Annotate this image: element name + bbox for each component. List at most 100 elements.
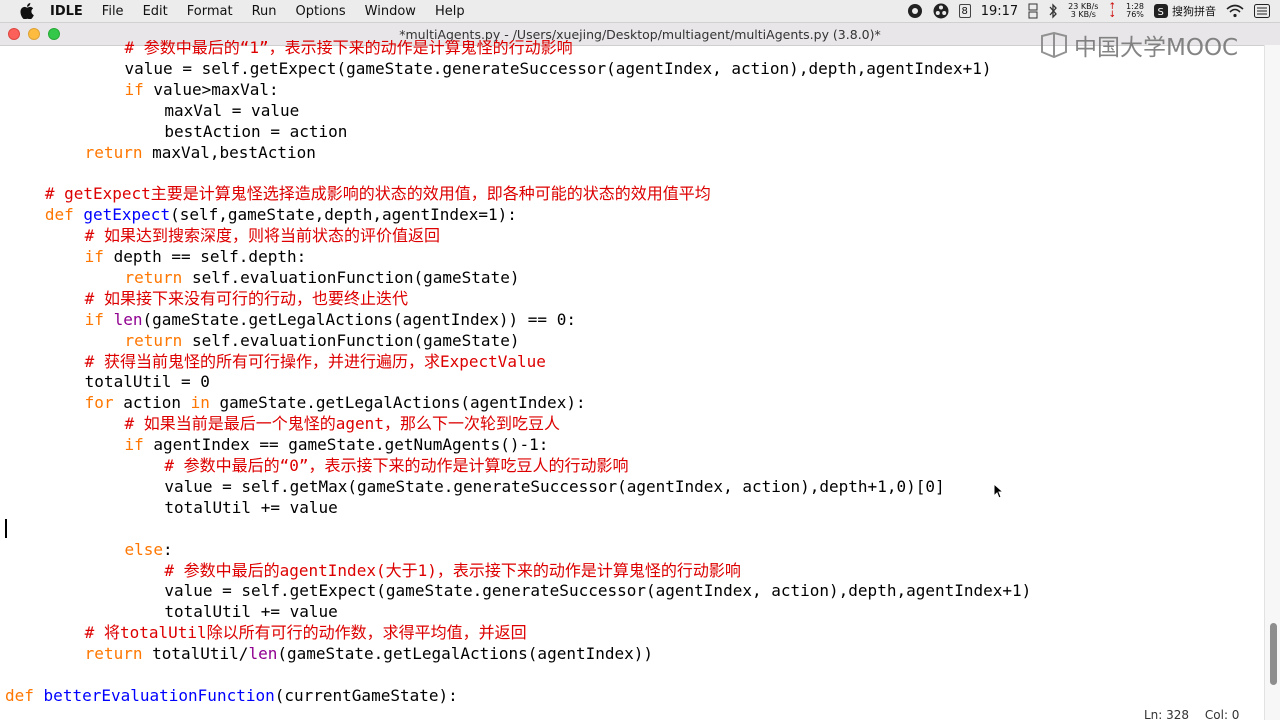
code-line[interactable]: def getExpect(self,gameState,depth,agent… — [45, 204, 517, 225]
code-text: value>maxVal: — [143, 79, 279, 99]
menu-run[interactable]: Run — [252, 4, 277, 19]
code-line[interactable]: # 参数中最后的“0”，表示接下来的动作是计算吃豆人的行动影响 — [164, 455, 628, 476]
obs-icon[interactable] — [933, 3, 949, 19]
code-text: agentIndex == gameState.getNumAgents()-1… — [143, 435, 549, 455]
status-menu-extras: 8 19:17 23 KB/s 3 KB/s ↑ ↓ 1:28 76% S 搜狗拼… — [897, 0, 1280, 22]
code-text: self.evaluationFunction(gameState) — [182, 267, 520, 287]
mooc-watermark-text: 中国大学MOOC — [1074, 35, 1239, 61]
code-line[interactable]: # 将totalUtil除以所有可行的动作数，求得平均值，并返回 — [85, 622, 527, 643]
code-line[interactable]: if value>maxVal: — [125, 79, 279, 100]
code-line[interactable]: # 参数中最后的agentIndex(大于1)，表示接下来的动作是计算鬼怪的行动… — [164, 560, 741, 581]
code-comment: # 将totalUtil除以所有可行的动作数，求得平均值，并返回 — [84, 623, 527, 643]
svg-text:S: S — [1158, 7, 1164, 18]
code-text: self.evaluationFunction(gameState) — [182, 330, 520, 350]
code-line[interactable]: # 如果达到搜索深度，则将当前状态的评价值返回 — [85, 225, 440, 246]
menu-edit[interactable]: Edit — [143, 4, 168, 19]
code-keyword: if — [124, 435, 144, 455]
code-line[interactable]: return self.evaluationFunction(gameState… — [125, 330, 520, 351]
code-line[interactable]: totalUtil += value — [164, 497, 337, 518]
sogou-icon[interactable]: S — [1154, 4, 1168, 18]
menu-format[interactable]: Format — [187, 4, 233, 19]
code-line[interactable]: if agentIndex == gameState.getNumAgents(… — [125, 434, 549, 455]
code-text: gameState.getLegalActions(agentIndex): — [209, 393, 586, 413]
code-keyword: in — [190, 393, 210, 413]
code-line[interactable]: # getExpect主要是计算鬼怪选择造成影响的状态的效用值，即各种可能的状态… — [45, 183, 711, 204]
code-text: (gameState.getLegalActions(agentIndex)) … — [142, 309, 576, 329]
code-line[interactable]: # 参数中最后的“1”，表示接下来的动作是计算鬼怪的行动影响 — [125, 40, 573, 58]
code-line[interactable]: return maxVal,bestAction — [85, 142, 316, 163]
code-line[interactable]: def betterEvaluationFunction(currentGame… — [5, 685, 458, 706]
code-comment: # 如果达到搜索深度，则将当前状态的评价值返回 — [84, 226, 440, 246]
code-text: action — [113, 393, 191, 413]
code-line[interactable]: maxVal = value — [164, 100, 299, 121]
ime-label[interactable]: 搜狗拼音 — [1172, 3, 1216, 19]
code-keyword: if — [84, 309, 104, 329]
clock-time[interactable]: 19:17 — [981, 4, 1018, 19]
bluetooth-icon[interactable] — [1048, 3, 1058, 19]
code-text: totalUtil/ — [142, 644, 249, 664]
battery-percent: 76% — [1126, 10, 1144, 19]
code-text: totalUtil = 0 — [84, 372, 210, 392]
down-arrow-icon: ↓ — [1108, 10, 1117, 20]
code-text: bestAction = action — [164, 121, 348, 141]
code-keyword: return — [124, 330, 183, 350]
scrollbar-thumb[interactable] — [1270, 623, 1277, 685]
code-text: (gameState.getLegalActions(agentIndex)) — [277, 644, 654, 664]
idle-statusbar: Ln: 328 Col: 0 — [1130, 708, 1264, 722]
code-line[interactable]: # 如果当前是最后一个鬼怪的agent，那么下一次轮到吃豆人 — [125, 413, 560, 434]
code-comment: # 参数中最后的“1”，表示接下来的动作是计算鬼怪的行动影响 — [124, 40, 573, 57]
menu-file[interactable]: File — [102, 4, 124, 19]
code-line[interactable]: for action in gameState.getLegalActions(… — [85, 392, 586, 413]
code-line[interactable]: # 如果接下来没有可行的行动，也要终止迭代 — [85, 288, 408, 309]
code-comment: # 参数中最后的agentIndex(大于1)，表示接下来的动作是计算鬼怪的行动… — [164, 560, 741, 580]
mooc-watermark: 中国大学MOOC — [1040, 28, 1238, 62]
menu-app-idle[interactable]: IDLE — [50, 4, 83, 19]
code-line[interactable]: totalUtil += value — [164, 601, 337, 622]
code-line[interactable]: value = self.getMax(gameState.generateSu… — [164, 476, 944, 497]
code-def-name: getExpect — [83, 205, 171, 225]
apple-icon[interactable] — [20, 3, 36, 19]
code-keyword: return — [124, 267, 183, 287]
menu-help[interactable]: Help — [435, 4, 465, 19]
code-text: value = self.getMax(gameState.generateSu… — [164, 476, 945, 496]
code-text: value = self.getExpect(gameState.generat… — [124, 58, 992, 78]
code-builtin: len — [248, 644, 278, 664]
updown-arrow-icon: ↑ ↓ — [1108, 3, 1117, 20]
code-keyword: return — [84, 644, 143, 664]
code-line[interactable]: if len(gameState.getLegalActions(agentIn… — [85, 309, 576, 330]
code-text: totalUtil += value — [164, 497, 338, 517]
code-line[interactable]: totalUtil = 0 — [85, 371, 210, 392]
network-speed: 23 KB/s 3 KB/s — [1068, 3, 1098, 19]
code-comment: # getExpect主要是计算鬼怪选择造成影响的状态的效用值，即各种可能的状态… — [44, 184, 711, 204]
code-keyword: if — [84, 247, 104, 266]
control-menu-icon[interactable] — [1254, 4, 1270, 18]
code-keyword: def — [5, 685, 34, 705]
code-line[interactable]: value = self.getExpect(gameState.generat… — [164, 580, 1031, 601]
calendar-icon[interactable]: 8 — [958, 4, 971, 18]
code-line[interactable]: else: — [125, 539, 173, 560]
vertical-scrollbar[interactable] — [1264, 45, 1280, 720]
code-line[interactable]: if depth == self.depth: — [85, 246, 307, 267]
code-line[interactable]: return totalUtil/len(gameState.getLegalA… — [85, 643, 653, 664]
code-line[interactable]: return self.evaluationFunction(gameState… — [125, 267, 520, 288]
wifi-icon[interactable] — [1226, 4, 1244, 18]
code-text: value = self.getExpect(gameState.generat… — [164, 581, 1032, 601]
code-def-name: betterEvaluationFunction — [43, 685, 275, 705]
code-keyword: if — [124, 79, 144, 99]
code-comment: # 如果接下来没有可行的行动，也要终止迭代 — [84, 288, 408, 308]
code-editor[interactable]: # 参数中最后的“1”，表示接下来的动作是计算鬼怪的行动影响 value = se… — [0, 40, 1262, 720]
menu-window[interactable]: Window — [365, 4, 416, 19]
code-comment: # 如果当前是最后一个鬼怪的agent，那么下一次轮到吃豆人 — [124, 414, 560, 434]
code-comment: # 参数中最后的“0”，表示接下来的动作是计算吃豆人的行动影响 — [164, 456, 629, 475]
antivirus-icon[interactable] — [907, 3, 923, 19]
code-line[interactable]: value = self.getExpect(gameState.generat… — [125, 58, 992, 79]
menu-options[interactable]: Options — [296, 4, 346, 19]
code-keyword: for — [84, 393, 114, 413]
code-line[interactable]: # 获得当前鬼怪的所有可行操作，并进行遍历，求ExpectValue — [85, 351, 546, 372]
input-source-icon[interactable] — [1028, 3, 1038, 19]
code-line[interactable]: bestAction = action — [164, 121, 347, 142]
battery-status[interactable]: 1:28 76% — [1126, 3, 1144, 19]
